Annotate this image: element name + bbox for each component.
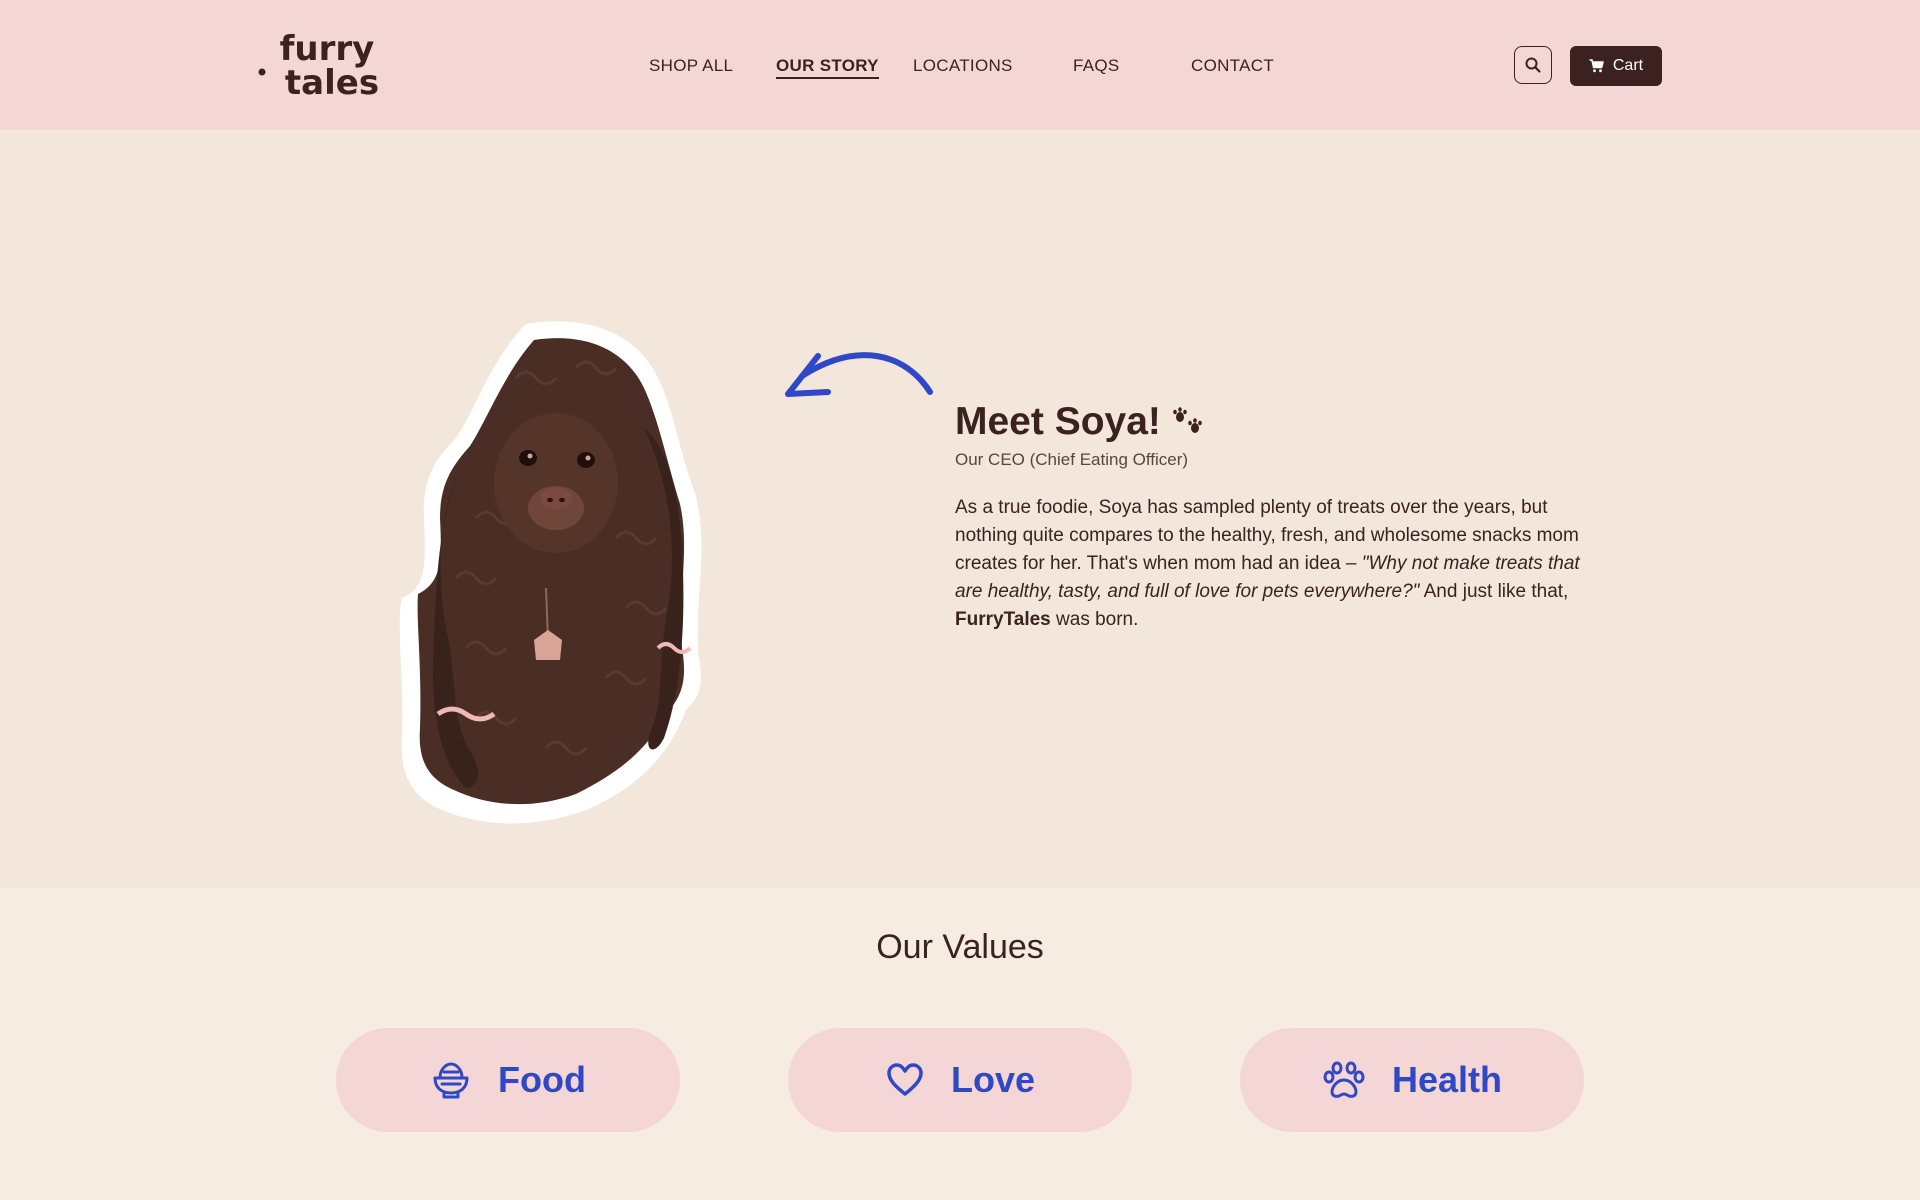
paw-prints-icon <box>1173 407 1202 433</box>
cart-icon <box>1589 59 1604 73</box>
cart-label: Cart <box>1612 57 1644 74</box>
paw-icon <box>1323 1061 1365 1098</box>
hero-subtitle: Our CEO (Chief Eating Officer) <box>955 450 1189 469</box>
hero-title-text: Meet Soya! <box>955 400 1161 443</box>
nav-faqs[interactable]: FAQS <box>1073 56 1120 76</box>
nav-our-story[interactable]: OUR STORY <box>776 56 879 79</box>
story-paragraph: As a true foodie, Soya has sampled plent… <box>955 494 1595 634</box>
cart-button[interactable]: Cart <box>1570 46 1662 86</box>
nav-contact[interactable]: CONTACT <box>1191 56 1274 76</box>
value-health-label: Health <box>1391 1059 1503 1100</box>
value-food: Food <box>336 1028 680 1132</box>
curved-arrow-icon <box>785 352 933 397</box>
search-button[interactable] <box>1514 46 1552 84</box>
value-food-label: Food <box>498 1059 586 1100</box>
food-bowl-icon <box>433 1062 469 1099</box>
value-love-label: Love <box>950 1059 1036 1100</box>
nav-shop-all[interactable]: SHOP ALL <box>649 56 733 76</box>
story-text-2: And just like that, <box>1419 581 1569 602</box>
story-text-3: was born. <box>1050 609 1139 630</box>
nav-locations[interactable]: LOCATIONS <box>913 56 1013 76</box>
search-icon <box>1525 57 1541 73</box>
value-health: Health <box>1240 1028 1584 1132</box>
values-section: Our Values Food Love Health <box>0 888 1920 1200</box>
heart-icon <box>887 1063 923 1096</box>
soya-dog-photo <box>399 321 702 824</box>
story-brand: FurryTales <box>955 609 1051 630</box>
value-love: Love <box>788 1028 1132 1132</box>
site-header: furry tales SHOP ALL OUR STORY LOCATIONS… <box>0 0 1920 130</box>
hero-title: Meet Soya! <box>955 400 1205 444</box>
values-title: Our Values <box>876 928 1044 966</box>
